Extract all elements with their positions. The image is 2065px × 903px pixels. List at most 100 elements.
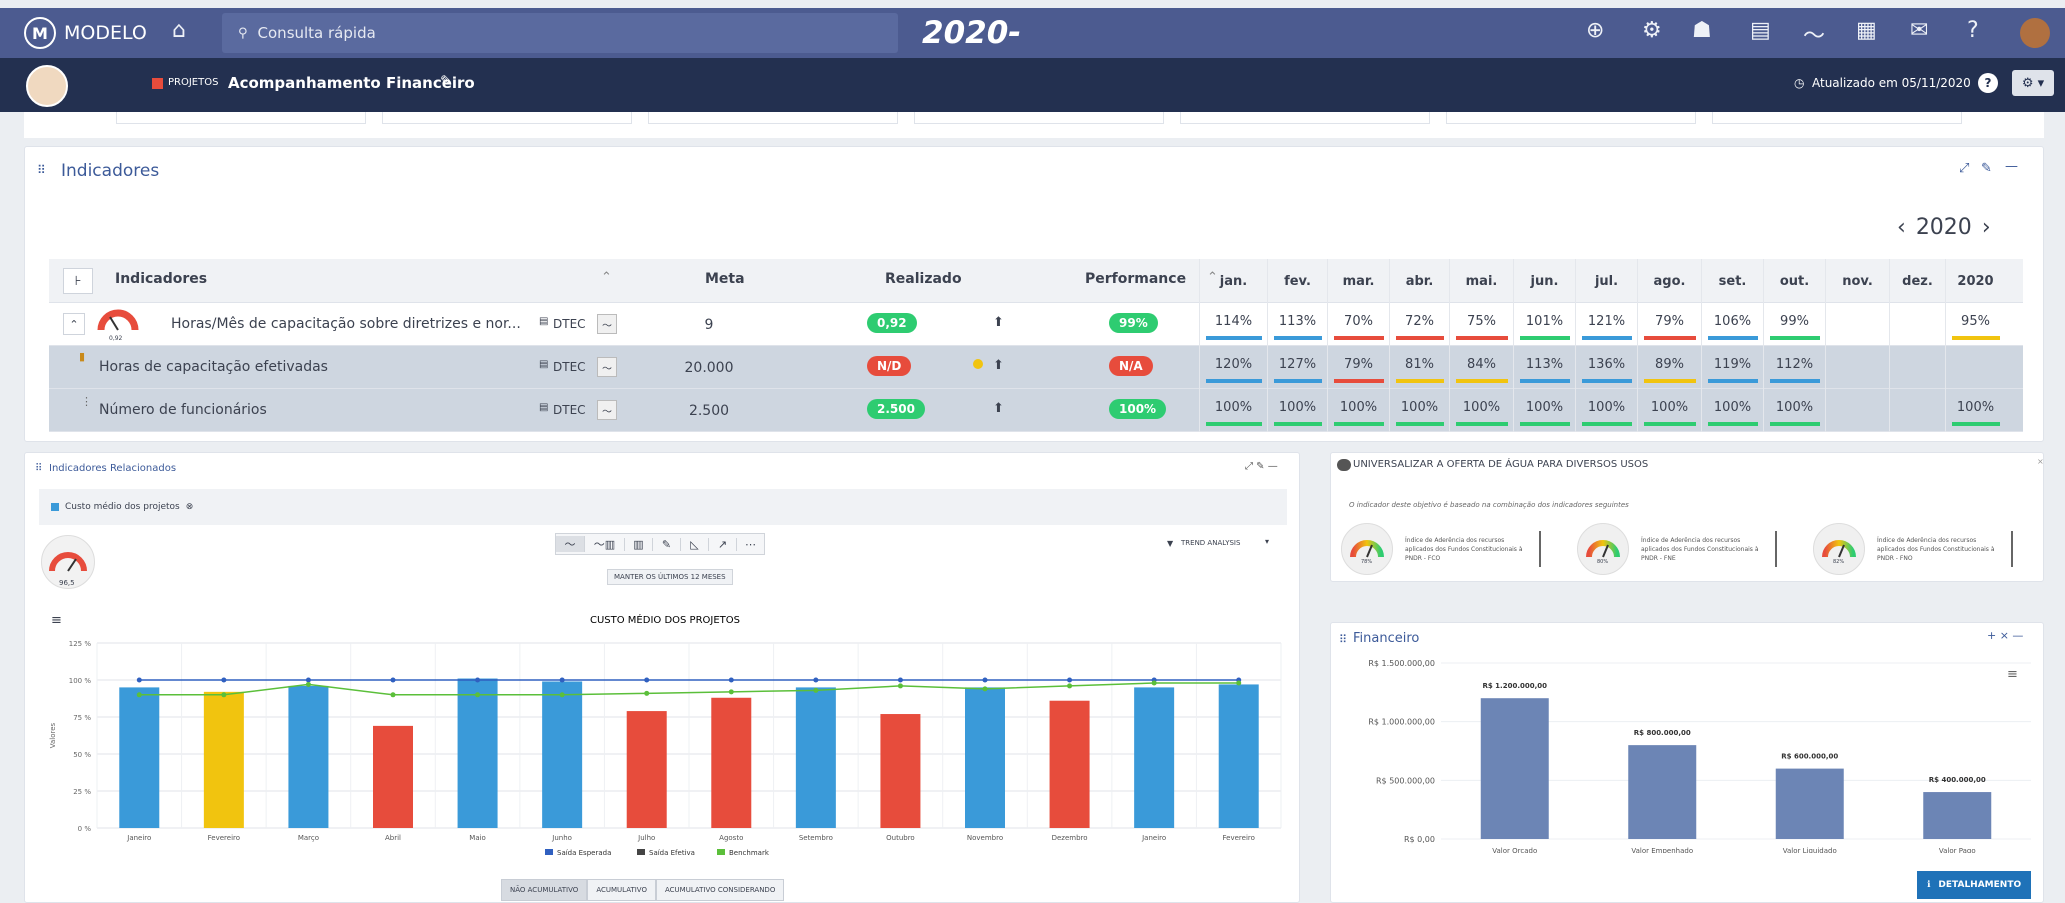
drag-handle-icon[interactable]: ⠿	[35, 463, 42, 474]
user-avatar[interactable]	[2020, 18, 2050, 48]
chart-area-icon[interactable]: ◺	[680, 537, 708, 551]
legend-label[interactable]: Benchmark	[729, 849, 770, 857]
filter-field[interactable]	[1712, 112, 1962, 124]
mode-cumulative[interactable]: ACUMULATIVO	[587, 879, 656, 901]
line-point[interactable]	[728, 677, 734, 683]
detail-button[interactable]: ℹ DETALHAMENTO	[1917, 871, 2032, 899]
indicator-name[interactable]: Horas/Mês de capacitação sobre diretrize…	[171, 316, 521, 332]
bar[interactable]	[880, 714, 921, 828]
legend-label[interactable]: Saída Esperada	[557, 849, 611, 857]
bar[interactable]	[965, 687, 1005, 828]
line-point[interactable]	[897, 683, 903, 689]
next-year-icon[interactable]: ›	[1982, 215, 1991, 240]
line-point[interactable]	[559, 677, 565, 683]
bar[interactable]	[288, 685, 329, 828]
profile-avatar[interactable]	[26, 65, 68, 107]
help-icon[interactable]: ?	[1967, 18, 1979, 43]
objective-item[interactable]: 78% Índice de Aderência dos recursos apli…	[1341, 523, 1563, 575]
line-point[interactable]	[136, 692, 142, 698]
expand-icon[interactable]: ⤢	[1959, 161, 1969, 176]
filter-field[interactable]	[1446, 112, 1696, 124]
filter-field[interactable]	[382, 112, 632, 124]
indicator-name[interactable]: Horas de capacitação efetivadas	[99, 359, 328, 375]
document-icon[interactable]: ▤	[1750, 18, 1771, 43]
trend-analysis-button[interactable]: TREND ANALYSIS	[1181, 539, 1240, 547]
home-icon[interactable]: ⌂	[172, 18, 186, 43]
filter-field[interactable]	[648, 112, 898, 124]
trend-chart-icon[interactable]: 〜	[597, 400, 617, 420]
bar[interactable]	[626, 711, 667, 828]
bar[interactable]	[795, 687, 836, 828]
drag-handle-icon[interactable]: ⠿	[1339, 633, 1347, 646]
chevron-down-icon[interactable]: ▾	[1265, 537, 1269, 546]
bar[interactable]	[457, 678, 498, 828]
bar[interactable]	[542, 681, 583, 828]
logo-icon[interactable]: M	[24, 17, 56, 49]
chart-more-icon[interactable]: ⋯	[736, 537, 764, 551]
line-point[interactable]	[982, 677, 988, 683]
help-icon[interactable]: ?	[1978, 73, 1998, 93]
bar[interactable]	[119, 687, 160, 828]
trend-chart-icon[interactable]: 〜	[597, 314, 617, 334]
filter-label[interactable]: Custo médio dos projetos	[65, 502, 180, 512]
filter-icon[interactable]: ▼	[1167, 539, 1173, 548]
sort-icon[interactable]: ⌃	[601, 270, 612, 285]
prev-year-icon[interactable]: ‹	[1897, 215, 1906, 240]
line-point[interactable]	[390, 692, 396, 698]
bar[interactable]	[1049, 700, 1090, 828]
legend-label[interactable]: Saída Efetiva	[649, 849, 695, 857]
filter-field[interactable]	[116, 112, 366, 124]
bar[interactable]	[203, 691, 244, 828]
line-point[interactable]	[982, 686, 988, 692]
line-point[interactable]	[728, 689, 734, 695]
indicator-name[interactable]: Número de funcionários	[99, 402, 267, 418]
card-actions-icon[interactable]: ⤢ ✎ —	[1245, 461, 1278, 472]
chart-combo-icon[interactable]: 〜▥	[584, 536, 624, 552]
document-icon[interactable]: ▤	[539, 359, 548, 370]
document-icon[interactable]: ▤	[539, 402, 548, 413]
line-point[interactable]	[813, 677, 819, 683]
line-point[interactable]	[1151, 680, 1157, 686]
col-indicadores[interactable]: Indicadores	[115, 271, 207, 287]
line-point[interactable]	[559, 692, 565, 698]
drag-handle-icon[interactable]: ⠿	[37, 163, 46, 177]
table-row[interactable]: ▮ Horas de capacitação efetivadas ▤ DTEC 〜 20…	[49, 346, 2023, 389]
line-point[interactable]	[813, 687, 819, 693]
card-actions-icon[interactable]: + × —	[1987, 629, 2023, 642]
line-point[interactable]	[475, 677, 481, 683]
table-row[interactable]: ⌃ 0,92 Horas/Mês de capacitação sobre dire…	[49, 303, 2023, 346]
line-point[interactable]	[1067, 677, 1073, 683]
mode-cumulative-considering[interactable]: ACUMULATIVO CONSIDERANDO	[655, 879, 785, 901]
edit-icon[interactable]: ✎	[1981, 161, 1992, 176]
line-point[interactable]	[136, 677, 142, 683]
bar[interactable]	[1923, 792, 1992, 839]
bar[interactable]	[711, 697, 752, 828]
chart-bar-icon[interactable]: ▥	[624, 537, 652, 551]
chart-edit-icon[interactable]: ✎	[652, 537, 680, 551]
line-point[interactable]	[475, 692, 481, 698]
bar[interactable]	[1134, 687, 1175, 828]
mode-non-cumulative[interactable]: NÃO ACUMULATIVO	[501, 879, 588, 901]
bar[interactable]	[1480, 698, 1549, 839]
table-row[interactable]: ⋮ Número de funcionários ▤ DTEC 〜 2.500 2.500 ⬆…	[49, 389, 2023, 432]
bar[interactable]	[1775, 768, 1844, 839]
minimize-icon[interactable]: —	[2005, 159, 2018, 174]
close-icon[interactable]: ×	[2037, 457, 2044, 466]
expand-all-button[interactable]: ⊦	[63, 268, 93, 294]
line-point[interactable]	[1236, 680, 1242, 686]
line-point[interactable]	[644, 677, 650, 683]
settings-icon[interactable]: ⚙	[1642, 18, 1662, 43]
document-icon[interactable]: ▤	[539, 316, 548, 327]
settings-dropdown[interactable]: ⚙ ▾	[2012, 70, 2054, 96]
bar[interactable]	[1628, 745, 1697, 839]
add-icon[interactable]: ⊕	[1586, 18, 1604, 43]
line-point[interactable]	[1067, 683, 1073, 689]
search-input[interactable]: Consulta rápida	[258, 24, 376, 42]
org-icon[interactable]: ☗	[1692, 18, 1712, 43]
bar[interactable]	[373, 725, 413, 828]
chart-line-icon[interactable]: 〜	[556, 536, 584, 552]
filter-field[interactable]	[1180, 112, 1430, 124]
trend-icon[interactable]: 〜	[1803, 18, 1825, 50]
line-point[interactable]	[221, 677, 227, 683]
col-performance[interactable]: Performance	[1085, 271, 1186, 287]
